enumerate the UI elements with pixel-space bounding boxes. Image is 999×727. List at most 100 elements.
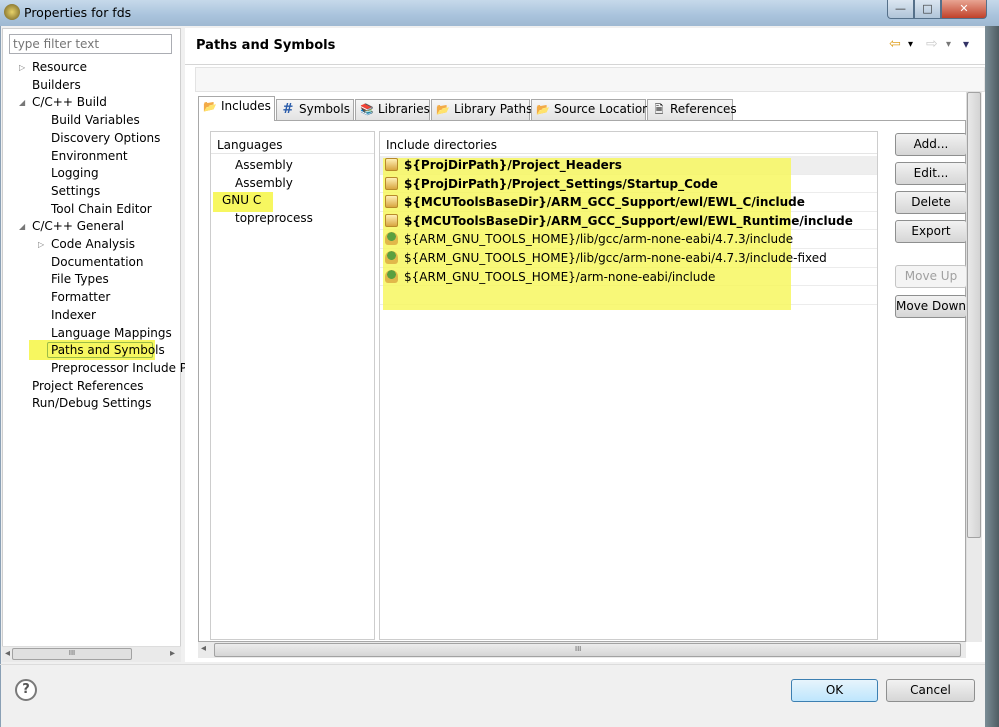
scroll-left-arrow-icon[interactable]: ◂ — [5, 648, 10, 659]
tab-libraries[interactable]: 📚 Libraries — [355, 99, 430, 120]
ok-button[interactable]: OK — [791, 679, 878, 702]
include-directories-header: Include directories — [380, 132, 877, 154]
include-directory-row[interactable]: ${ARM_GNU_TOOLS_HOME}/arm-none-eabi/incl… — [380, 268, 877, 287]
move-down-button[interactable]: Move Down — [895, 295, 967, 318]
vertical-scroll-thumb[interactable] — [967, 92, 981, 538]
tree-item[interactable]: Preprocessor Include Pa — [51, 360, 194, 376]
edit-button[interactable]: Edit... — [895, 162, 967, 185]
divider — [185, 64, 985, 65]
tree-item[interactable]: C/C++ General — [32, 218, 124, 234]
tree-item[interactable]: Documentation — [51, 254, 144, 270]
include-folder-icon — [385, 213, 398, 227]
expand-icon[interactable]: ▷ — [38, 240, 44, 249]
move-up-button[interactable]: Move Up — [895, 265, 967, 288]
tab-label: Symbols — [299, 102, 350, 116]
tab-icon: 📂 — [536, 103, 550, 116]
system-include-icon — [385, 269, 398, 283]
include-path: ${ARM_GNU_TOOLS_HOME}/arm-none-eabi/incl… — [404, 269, 716, 284]
include-directory-row[interactable]: ${MCUToolsBaseDir}/ARM_GCC_Support/ewl/E… — [380, 193, 877, 212]
tree-item[interactable]: Settings — [51, 183, 100, 199]
tree-item[interactable]: Formatter — [51, 289, 110, 305]
tab-symbols[interactable]: # Symbols — [276, 99, 354, 120]
tab-references[interactable]: 🗎 References — [647, 99, 737, 120]
scroll-grip: III — [575, 645, 582, 653]
tab-source-location[interactable]: 📂 Source Location — [531, 99, 650, 120]
include-folder-icon — [385, 176, 398, 190]
tab-icon: 📚 — [360, 103, 374, 116]
tree-item[interactable]: Environment — [51, 148, 128, 164]
tab-includes[interactable]: 📂 Includes — [198, 96, 275, 121]
include-directory-row[interactable]: ${ProjDirPath}/Project_Headers — [380, 156, 877, 175]
cancel-button[interactable]: Cancel — [886, 679, 975, 702]
tab-icon: # — [282, 102, 294, 117]
tree-item[interactable]: Logging — [51, 165, 99, 181]
collapse-icon[interactable]: ◢ — [19, 98, 25, 107]
tab-icon: 📂 — [203, 100, 217, 113]
add-button[interactable]: Add... — [895, 133, 967, 156]
language-item[interactable]: Assembly — [235, 175, 293, 191]
language-item[interactable]: Assembly — [235, 157, 293, 173]
expand-icon[interactable]: ▷ — [19, 63, 25, 72]
filter-input[interactable] — [9, 34, 172, 54]
tab-icon: 🗎 — [654, 103, 664, 116]
back-arrow-icon[interactable]: ⇦ — [889, 36, 901, 52]
tree-item[interactable]: Paths and Symbols — [51, 342, 165, 358]
tab-label: Libraries — [378, 102, 430, 116]
help-icon[interactable]: ? — [15, 679, 37, 701]
app-icon — [4, 4, 20, 20]
collapse-icon[interactable]: ◢ — [19, 222, 25, 231]
tree-item[interactable]: Run/Debug Settings — [32, 395, 152, 411]
tab-label: Source Location — [554, 102, 650, 116]
tab-label: Includes — [221, 99, 271, 113]
divider — [0, 664, 985, 665]
configuration-bar — [195, 67, 985, 92]
tree-item[interactable]: Code Analysis — [51, 236, 135, 252]
tree-scroll-thumb[interactable]: III — [12, 648, 132, 660]
include-path: ${MCUToolsBaseDir}/ARM_GCC_Support/ewl/E… — [404, 213, 853, 228]
back-menu-icon[interactable]: ▾ — [908, 39, 913, 50]
include-directory-row[interactable]: ${MCUToolsBaseDir}/ARM_GCC_Support/ewl/E… — [380, 212, 877, 231]
scroll-right-arrow-icon[interactable]: ▸ — [170, 648, 175, 659]
scroll-left-arrow-icon[interactable]: ◂ — [201, 643, 206, 654]
forward-arrow-icon: ⇨ — [926, 36, 938, 52]
include-path: ${ARM_GNU_TOOLS_HOME}/lib/gcc/arm-none-e… — [404, 232, 794, 247]
tree-item[interactable]: Project References — [32, 378, 144, 394]
include-folder-icon — [385, 158, 398, 171]
horizontal-scroll-thumb[interactable]: III — [214, 643, 961, 657]
language-item[interactable]: GNU C — [222, 192, 261, 208]
tree-item[interactable]: Resource — [32, 59, 87, 75]
tree-horizontal-scrollbar[interactable]: ◂ III ▸ — [2, 646, 181, 662]
tab-label: References — [670, 102, 737, 116]
include-path: ${ProjDirPath}/Project_Settings/Startup_… — [404, 176, 718, 191]
delete-button[interactable]: Delete — [895, 191, 967, 214]
include-folder-icon — [385, 195, 398, 209]
tree-item[interactable]: C/C++ Build — [32, 94, 107, 110]
tab-label: Library Paths — [454, 102, 533, 116]
tab-icon: 📂 — [436, 103, 450, 116]
include-directory-row[interactable]: ${ProjDirPath}/Project_Settings/Startup_… — [380, 175, 877, 194]
maximize-button[interactable]: □ — [914, 0, 941, 19]
tree-item[interactable]: File Types — [51, 271, 109, 287]
tree-item[interactable]: Discovery Options — [51, 130, 160, 146]
export-button[interactable]: Export — [895, 220, 967, 243]
minimize-button[interactable]: — — [887, 0, 914, 19]
include-directory-row[interactable]: ${ARM_GNU_TOOLS_HOME}/lib/gcc/arm-none-e… — [380, 230, 877, 249]
tree-item[interactable]: Builders — [32, 77, 81, 93]
tree-item[interactable]: Tool Chain Editor — [51, 201, 152, 217]
include-path: ${MCUToolsBaseDir}/ARM_GCC_Support/ewl/E… — [404, 195, 805, 210]
title-bar — [0, 0, 999, 26]
include-directory-row[interactable]: ${ARM_GNU_TOOLS_HOME}/lib/gcc/arm-none-e… — [380, 249, 877, 268]
tree-item[interactable]: Build Variables — [51, 112, 140, 128]
system-include-icon — [385, 232, 398, 246]
tab-library-paths[interactable]: 📂 Library Paths — [431, 99, 533, 120]
tree-item[interactable]: Indexer — [51, 307, 96, 323]
system-include-icon — [385, 251, 398, 264]
language-item[interactable]: topreprocess — [235, 210, 313, 226]
view-menu-icon[interactable]: ▾ — [963, 37, 969, 51]
close-button[interactable]: ✕ — [941, 0, 987, 19]
include-path: ${ARM_GNU_TOOLS_HOME}/lib/gcc/arm-none-e… — [404, 251, 827, 265]
languages-header: Languages — [211, 132, 374, 154]
include-path: ${ProjDirPath}/Project_Headers — [404, 158, 622, 172]
tree-item[interactable]: Language Mappings — [51, 325, 172, 341]
page-title: Paths and Symbols — [196, 38, 336, 53]
